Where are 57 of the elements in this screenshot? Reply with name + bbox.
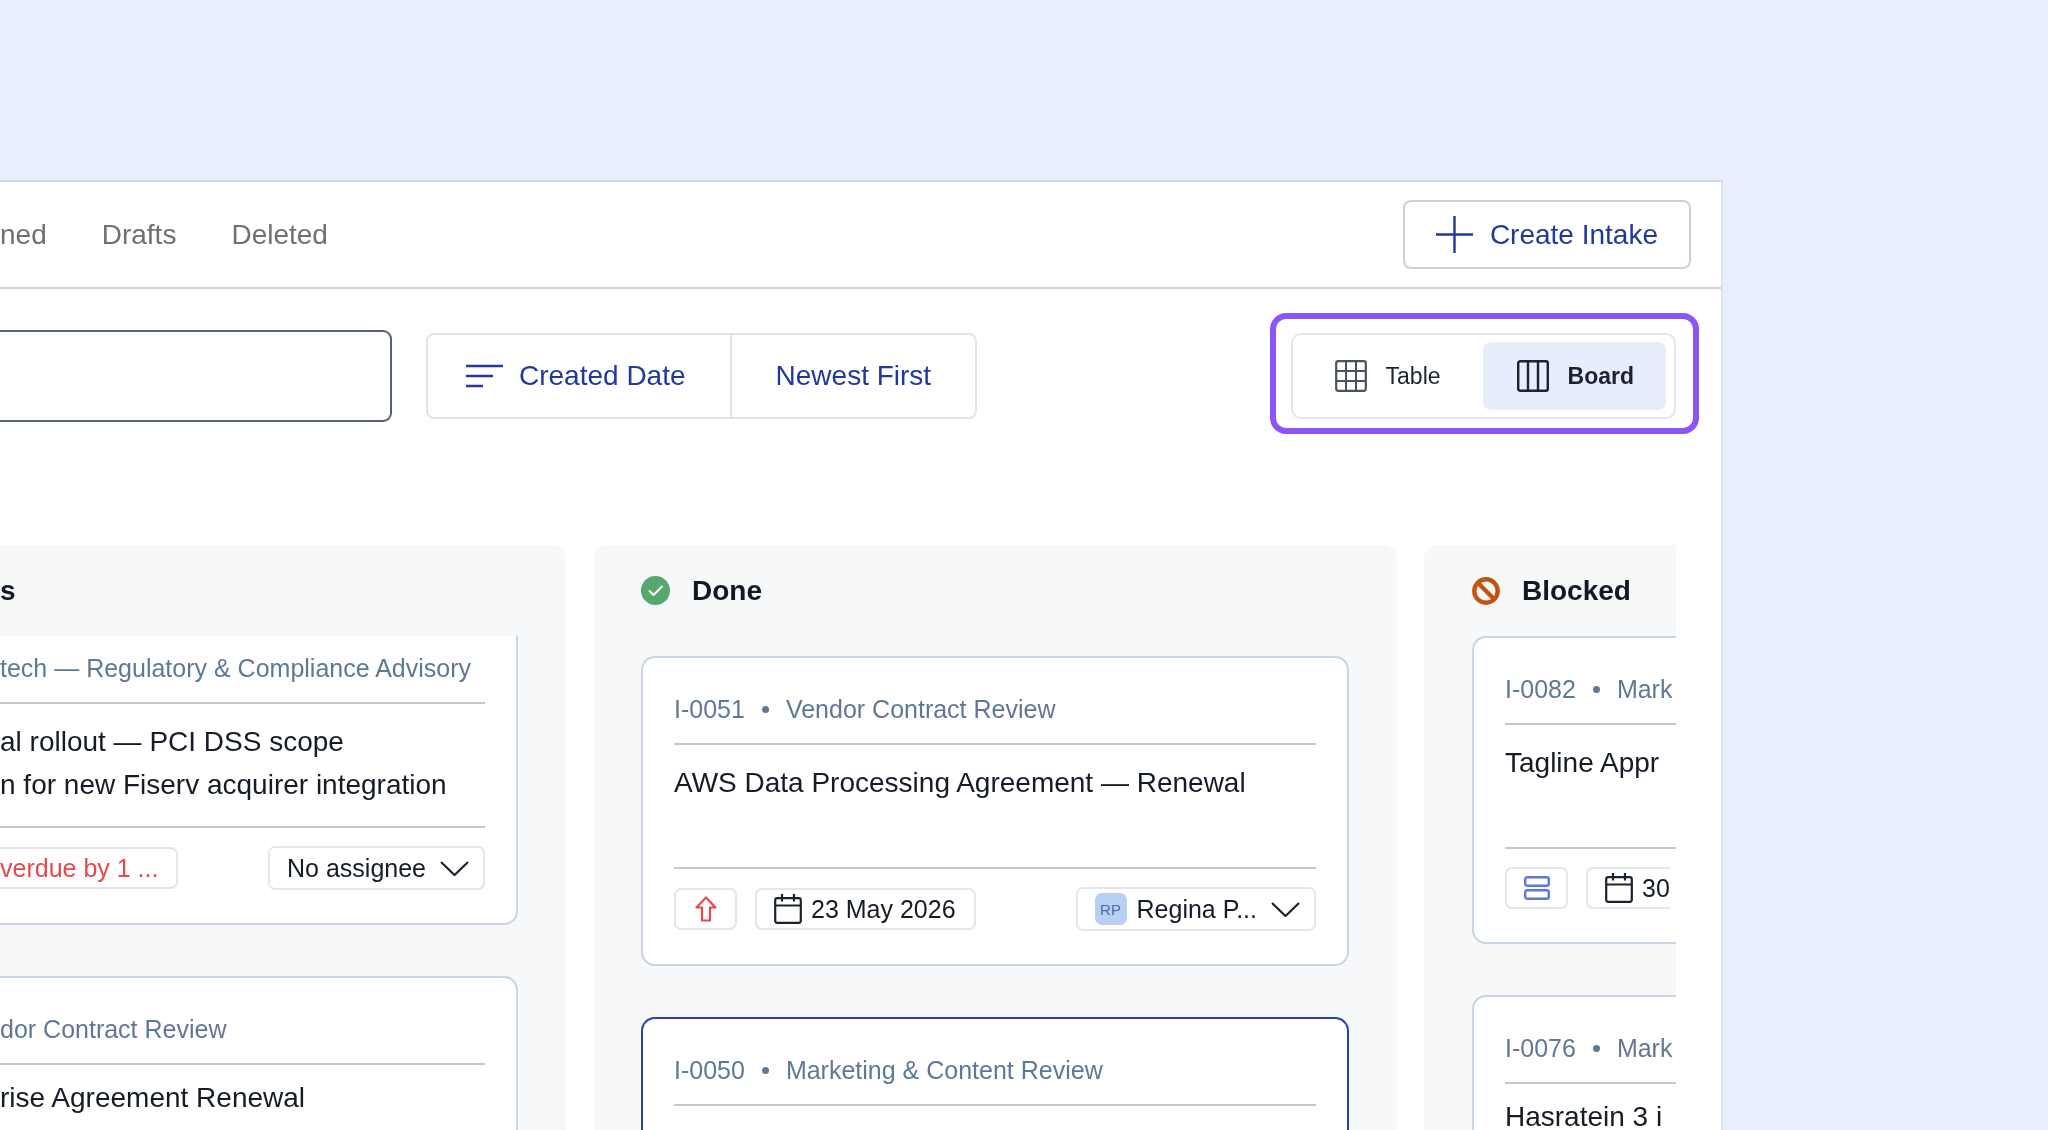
check-circle-icon	[641, 576, 670, 605]
card-title: Tagline Appr	[1505, 746, 1661, 780]
card-category: Mark	[1616, 1033, 1673, 1063]
table-grid-icon	[1334, 360, 1367, 392]
chevron-down-icon	[1271, 901, 1300, 917]
tab[interactable]: Drafts	[101, 182, 177, 287]
bullet-icon	[761, 1066, 769, 1074]
tab[interactable]: Deleted	[231, 182, 328, 287]
view-tab[interactable]: Table	[1300, 342, 1473, 410]
card-category: Marketing & Content Review	[785, 1055, 1103, 1085]
intake-card[interactable]: I-0076 Mark Hasratein 3 i	[1472, 995, 1676, 1130]
card-title: al rollout — PCI DSS scope n for new Fiserv acquirer integration	[0, 725, 448, 802]
priority-button[interactable]	[674, 888, 737, 930]
board-columns-icon	[1516, 360, 1549, 392]
bullet-icon	[1592, 1044, 1600, 1052]
intake-card[interactable]: dor Contract Review rise Agreement Renewal	[0, 976, 518, 1130]
avatar: RP	[1094, 893, 1127, 925]
card-category: Mark	[1616, 674, 1673, 704]
card-title: Hasratein 3 i	[1505, 1102, 1664, 1130]
calendar-icon	[1605, 873, 1633, 903]
assignee-dropdown[interactable]: No assignee	[268, 846, 485, 890]
stacked-bars-icon	[1523, 876, 1550, 900]
column-title: Blocked	[1522, 574, 1631, 607]
due-date-chip[interactable]: 30	[1586, 867, 1670, 909]
prohibited-icon	[1472, 576, 1500, 605]
calendar-icon	[774, 894, 802, 924]
sort-order-button[interactable]: Newest First	[731, 335, 976, 417]
search-field[interactable]	[0, 330, 392, 422]
bullet-icon	[1592, 685, 1600, 693]
intake-card[interactable]: tech — Regulatory & Compliance Advisory al rollout — PCI DSS scope n for new Fiserv acquirer integration verdue by 1 ... No assignee	[0, 636, 518, 925]
plus-icon	[1435, 216, 1473, 253]
intake-card[interactable]: I-0051 Vendor Contract Review AWS Data Processing Agreement — Renewal 23 May 2026 RP Regina P...	[641, 656, 1349, 966]
card-id: I-0082	[1505, 674, 1576, 704]
intake-card[interactable]: I-0082 Mark Tagline Appr 30	[1472, 636, 1676, 944]
bullet-icon	[761, 705, 769, 713]
create-intake-button[interactable]: Create Intake	[1402, 200, 1691, 269]
card-category: tech — Regulatory & Compliance Advisory	[0, 653, 472, 683]
card-title: rise Agreement Renewal	[0, 1083, 307, 1113]
chevron-down-icon	[440, 860, 469, 876]
assignee-dropdown[interactable]: RP Regina P...	[1075, 887, 1316, 931]
card-category: Vendor Contract Review	[785, 694, 1056, 724]
card-title: AWS Data Processing Agreement — Renewal	[674, 766, 1247, 800]
priority-button[interactable]	[1505, 867, 1568, 909]
due-date-chip[interactable]: verdue by 1 ...	[0, 847, 179, 889]
arrow-up-icon	[694, 896, 717, 922]
view-tab[interactable]: Board	[1482, 342, 1666, 410]
due-date-chip[interactable]: 23 May 2026	[755, 888, 976, 930]
intake-card[interactable]: I-0050 Marketing & Content Review	[641, 1017, 1349, 1130]
column-title: Done	[692, 574, 762, 607]
card-id: I-0076	[1505, 1033, 1576, 1063]
card-id: I-0050	[674, 1055, 745, 1085]
sort-icon	[466, 364, 503, 388]
card-category: dor Contract Review	[0, 1014, 227, 1044]
column-title: s	[0, 574, 16, 607]
tab[interactable]: ned	[0, 182, 47, 287]
card-id: I-0051	[674, 694, 745, 724]
sort-field-button[interactable]: Created Date	[428, 335, 732, 417]
